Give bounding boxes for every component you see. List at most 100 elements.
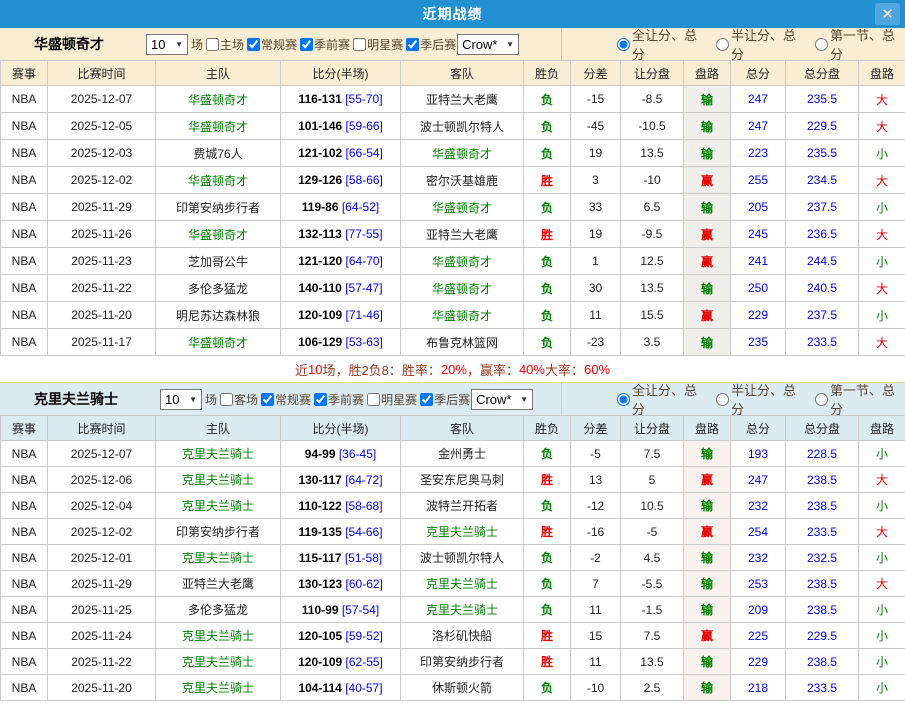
cell-total-line: 238.5 bbox=[786, 467, 859, 493]
filter-checkbox[interactable] bbox=[206, 38, 219, 51]
chevron-down-icon: ▼ bbox=[506, 40, 514, 49]
cell-handicap-result: 输 bbox=[684, 571, 731, 597]
cell-away-team: 华盛顿奇才 bbox=[401, 302, 524, 329]
cell-point-diff: -45 bbox=[571, 113, 621, 140]
cell-away-team: 华盛顿奇才 bbox=[401, 194, 524, 221]
cell-handicap-line: 2.5 bbox=[621, 675, 684, 701]
full-score: 119-86 bbox=[302, 200, 339, 214]
filter-row: 华盛顿奇才 10 ▼ 场 主场常规赛季前赛明星赛季后赛 Crow* ▼ 全让分、… bbox=[0, 28, 905, 60]
cell-home-team: 明尼苏达森林狼 bbox=[156, 302, 281, 329]
cell-home-team: 印第安纳步行者 bbox=[156, 519, 281, 545]
filter-checkbox[interactable] bbox=[314, 393, 327, 406]
cell-away-team: 华盛顿奇才 bbox=[401, 275, 524, 302]
cell-score: 140-110 [57-47] bbox=[281, 275, 401, 302]
cell-result: 负 bbox=[524, 194, 571, 221]
cell-handicap-result: 赢 bbox=[684, 248, 731, 275]
cell-result: 负 bbox=[524, 113, 571, 140]
cell-handicap-line: 10.5 bbox=[621, 493, 684, 519]
filter-checkbox[interactable] bbox=[300, 38, 313, 51]
cell-total-points: 255 bbox=[731, 167, 786, 194]
full-score: 115-117 bbox=[299, 551, 342, 565]
summary-text: 场，胜2负8：胜率： bbox=[322, 360, 440, 379]
cell-total-line: 238.5 bbox=[786, 571, 859, 597]
filter-checkbox[interactable] bbox=[367, 393, 380, 406]
column-header: 客队 bbox=[401, 61, 524, 86]
cell-point-diff: 15 bbox=[571, 623, 621, 649]
stat-mode-radio[interactable] bbox=[617, 393, 630, 406]
games-count-select[interactable]: 10 ▼ bbox=[160, 389, 202, 410]
cell-league: NBA bbox=[1, 545, 48, 571]
cell-away-team: 圣安东尼奥马刺 bbox=[401, 467, 524, 493]
column-header: 比赛时间 bbox=[48, 416, 156, 441]
half-score: [64-70] bbox=[346, 254, 383, 268]
column-header: 胜负 bbox=[524, 416, 571, 441]
filter-checkbox[interactable] bbox=[353, 38, 366, 51]
bookmaker-select[interactable]: Crow* ▼ bbox=[457, 34, 519, 55]
cell-point-diff: 30 bbox=[571, 275, 621, 302]
cell-league: NBA bbox=[1, 329, 48, 356]
cell-score: 119-135 [54-66] bbox=[281, 519, 401, 545]
cell-total-line: 235.5 bbox=[786, 86, 859, 113]
cell-league: NBA bbox=[1, 597, 48, 623]
cell-point-diff: -16 bbox=[571, 519, 621, 545]
game-row: NBA2025-12-07克里夫兰骑士94-99 [36-45]金州勇士负-57… bbox=[1, 441, 905, 467]
cell-date: 2025-11-23 bbox=[48, 248, 156, 275]
cell-home-team: 克里夫兰骑士 bbox=[156, 467, 281, 493]
half-score: [55-70] bbox=[345, 92, 382, 106]
cell-date: 2025-11-29 bbox=[48, 194, 156, 221]
cell-point-diff: 11 bbox=[571, 649, 621, 675]
cell-league: NBA bbox=[1, 519, 48, 545]
filter-checkbox[interactable] bbox=[247, 38, 260, 51]
cell-total-points: 193 bbox=[731, 441, 786, 467]
stat-mode-radio[interactable] bbox=[716, 38, 729, 51]
cell-total-points: 205 bbox=[731, 194, 786, 221]
game-row: NBA2025-11-26华盛顿奇才132-113 [77-55]亚特兰大老鹰胜… bbox=[1, 221, 905, 248]
stat-mode-radio[interactable] bbox=[617, 38, 630, 51]
cell-handicap-result: 赢 bbox=[684, 467, 731, 493]
stat-mode-radio[interactable] bbox=[815, 393, 828, 406]
stat-mode-radio[interactable] bbox=[716, 393, 729, 406]
games-count-select[interactable]: 10 ▼ bbox=[146, 34, 188, 55]
cell-point-diff: 19 bbox=[571, 140, 621, 167]
cell-handicap-result: 赢 bbox=[684, 302, 731, 329]
half-score: [53-63] bbox=[346, 335, 383, 349]
cell-handicap-result: 赢 bbox=[684, 221, 731, 248]
filter-checkbox[interactable] bbox=[220, 393, 233, 406]
filter-checkbox-label: 季后赛 bbox=[420, 36, 456, 53]
filter-checkbox[interactable] bbox=[261, 393, 274, 406]
stat-mode-radio[interactable] bbox=[815, 38, 828, 51]
stat-mode-radio-group: 全让分、总分半让分、总分第一节、总分 bbox=[562, 28, 905, 60]
filter-checkbox[interactable] bbox=[420, 393, 433, 406]
cell-league: NBA bbox=[1, 248, 48, 275]
cell-handicap-result: 输 bbox=[684, 140, 731, 167]
cell-total-line: 235.5 bbox=[786, 140, 859, 167]
half-score: [77-55] bbox=[345, 227, 382, 241]
cell-total-line: 240.5 bbox=[786, 275, 859, 302]
cell-score: 94-99 [36-45] bbox=[281, 441, 401, 467]
cell-handicap-result: 输 bbox=[684, 194, 731, 221]
stat-mode-radio-group: 全让分、总分半让分、总分第一节、总分 bbox=[562, 383, 905, 415]
cell-over-under: 小 bbox=[859, 248, 905, 275]
cell-result: 负 bbox=[524, 302, 571, 329]
table-body: NBA2025-12-07华盛顿奇才116-131 [55-70]亚特兰大老鹰负… bbox=[1, 86, 905, 356]
stat-mode-radio-label: 第一节、总分 bbox=[830, 380, 905, 418]
cell-result: 胜 bbox=[524, 623, 571, 649]
stat-mode-radio-label: 半让分、总分 bbox=[731, 25, 806, 63]
cell-score: 121-102 [66-54] bbox=[281, 140, 401, 167]
cell-point-diff: -10 bbox=[571, 675, 621, 701]
filter-checkbox[interactable] bbox=[406, 38, 419, 51]
full-score: 121-120 bbox=[298, 254, 342, 268]
close-icon[interactable]: ✕ bbox=[875, 3, 900, 25]
cell-point-diff: -5 bbox=[571, 441, 621, 467]
cell-date: 2025-11-24 bbox=[48, 623, 156, 649]
cell-over-under: 大 bbox=[859, 113, 905, 140]
cell-league: NBA bbox=[1, 493, 48, 519]
cell-date: 2025-12-02 bbox=[48, 519, 156, 545]
bookmaker-select[interactable]: Crow* ▼ bbox=[471, 389, 533, 410]
column-header: 赛事 bbox=[1, 416, 48, 441]
cell-score: 129-126 [58-66] bbox=[281, 167, 401, 194]
cell-away-team: 洛杉矶快船 bbox=[401, 623, 524, 649]
cell-league: NBA bbox=[1, 675, 48, 701]
cell-score: 120-109 [71-46] bbox=[281, 302, 401, 329]
full-score: 120-109 bbox=[298, 655, 342, 669]
